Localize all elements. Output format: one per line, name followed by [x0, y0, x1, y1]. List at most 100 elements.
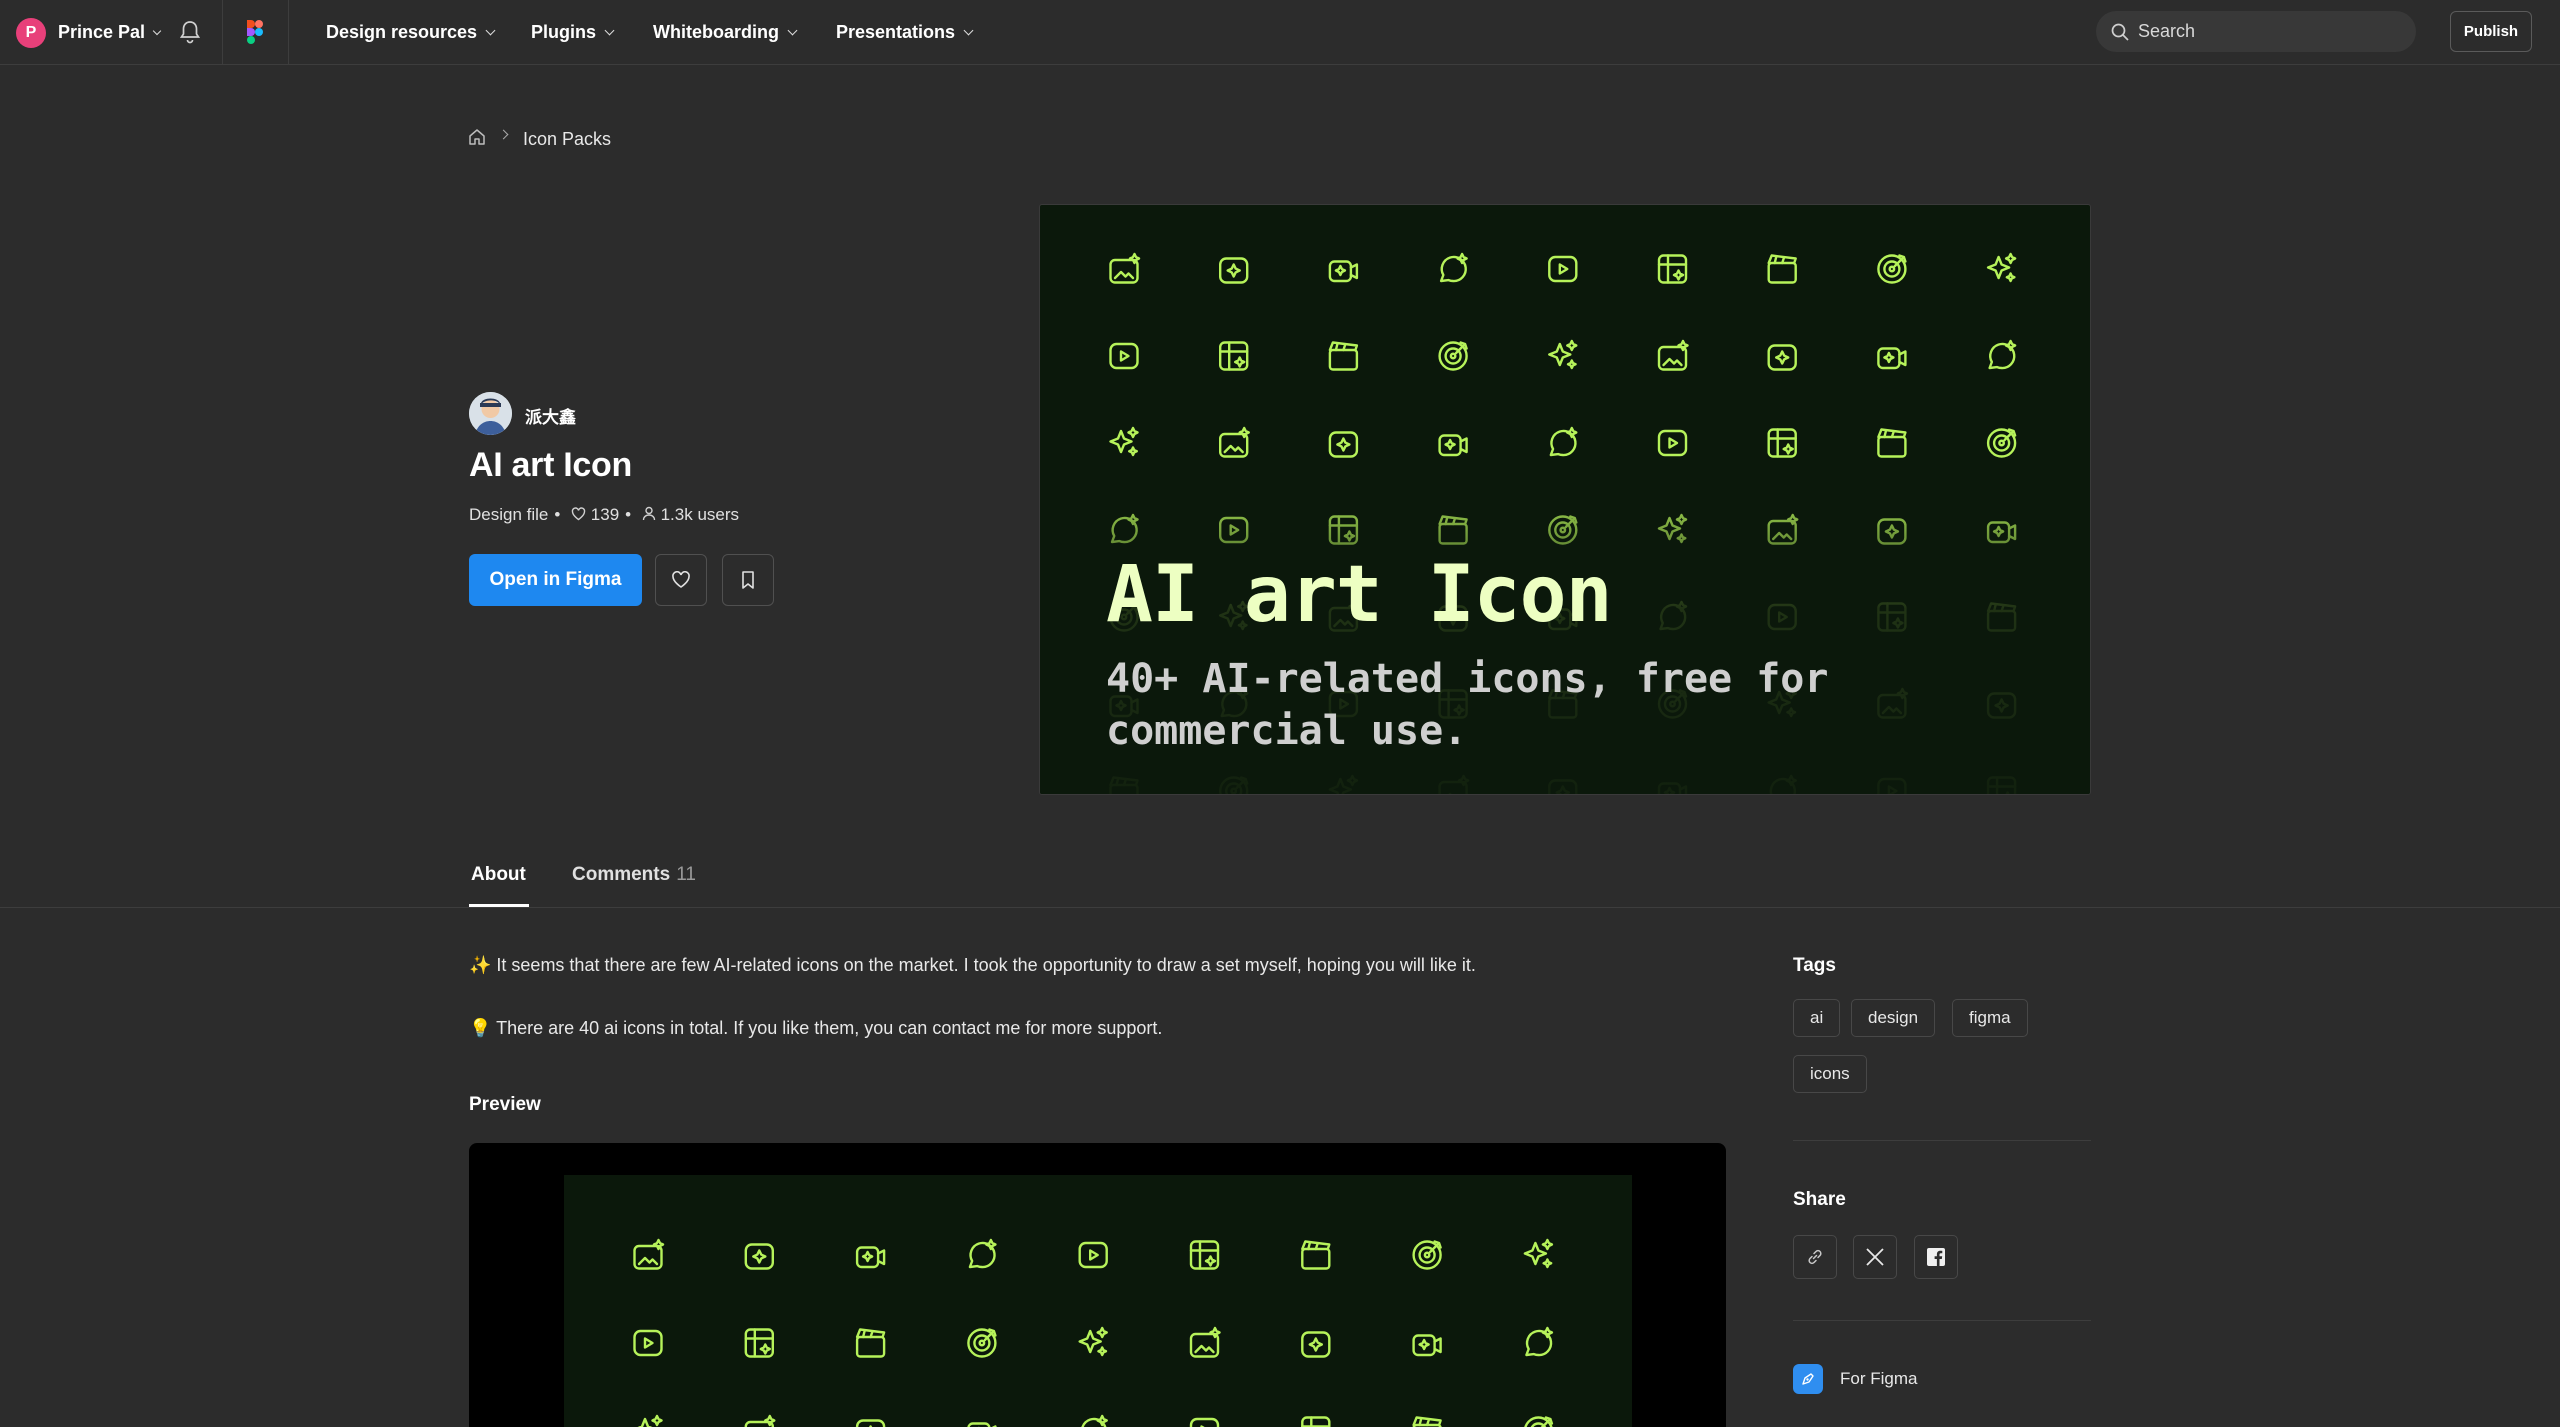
meta-separator: • [554, 505, 561, 524]
tab-comments-label: Comments [572, 864, 671, 885]
link-icon [1808, 1249, 1822, 1265]
preview-canvas [564, 1175, 1632, 1427]
preview-heading: Preview [469, 1094, 541, 1115]
divider [222, 0, 223, 64]
home-icon[interactable] [468, 128, 486, 146]
resource-type: Design file [469, 505, 549, 524]
ai-art-icon [1657, 254, 1688, 284]
hero-subtitle: 40+ AI-related icons, free for commercia… [1106, 656, 1829, 754]
comments-count: 11 [676, 864, 696, 885]
facebook-logo-icon [1927, 1248, 1945, 1266]
heart-icon [672, 571, 690, 588]
tag-ai[interactable]: ai [1793, 999, 1841, 1037]
ai-art-icon [1657, 429, 1688, 457]
ai-art-icon [1523, 1238, 1554, 1269]
ai-art-icon [1328, 260, 1359, 283]
ai-art-icon [1328, 431, 1359, 458]
ai-art-icon [1189, 1417, 1220, 1427]
ai-art-icon [1109, 342, 1139, 370]
publish-button[interactable]: Publish [2450, 11, 2532, 52]
for-figma-label: For Figma [1840, 1369, 1918, 1388]
nav-plugins[interactable]: Plugins [531, 20, 615, 44]
chevron-right-icon [498, 129, 509, 140]
ai-art-icon [1189, 1240, 1220, 1270]
like-count: 139 [590, 505, 620, 524]
copy-link-button[interactable] [1793, 1235, 1837, 1279]
breadcrumb-icon-packs[interactable]: Icon Packs [523, 129, 611, 150]
figma-logo-icon[interactable] [247, 20, 263, 44]
user-count: 1.3k users [660, 505, 740, 524]
ai-art-icon [968, 1238, 997, 1269]
ai-art-icon [633, 1329, 663, 1357]
ai-art-icon [1548, 255, 1578, 283]
tags-heading: Tags [1793, 955, 1836, 976]
preview-image [469, 1143, 1726, 1427]
ai-art-icon [1078, 1326, 1108, 1357]
ai-art-icon [1218, 341, 1249, 371]
chevron-down-icon [787, 25, 798, 36]
divider [288, 0, 289, 64]
author-avatar[interactable] [469, 392, 512, 435]
tab-comments[interactable]: Comments 11 [572, 864, 696, 886]
chevron-down-icon [604, 25, 615, 36]
ai-art-icon [1767, 254, 1797, 284]
ai-art-icon [1109, 252, 1141, 284]
ai-art-icon [855, 1419, 886, 1427]
chevron-down-icon [485, 25, 496, 36]
tag-icons[interactable]: icons [1793, 1055, 1867, 1093]
nav-design-resources[interactable]: Design resources [326, 20, 496, 44]
user-avatar[interactable]: P [16, 18, 46, 48]
resource-title: AI art Icon [469, 446, 632, 484]
pen-icon [1802, 1373, 1814, 1385]
resource-meta: Design file • 139 • 1.3k users [469, 505, 739, 525]
x-logo-icon [1866, 1248, 1884, 1266]
like-button[interactable] [655, 554, 707, 606]
figma-app-icon [1793, 1364, 1823, 1394]
ai-art-icon [1524, 1416, 1554, 1427]
ai-art-icon [1301, 1240, 1331, 1270]
ai-art-icon [1078, 1241, 1108, 1269]
ai-art-icon [744, 1414, 776, 1427]
ai-art-icon [855, 1328, 886, 1358]
nav-whiteboarding[interactable]: Whiteboarding [653, 20, 798, 44]
ai-art-icon [1189, 1326, 1221, 1358]
user-menu[interactable]: Prince Pal [58, 20, 162, 44]
ai-art-icon [744, 1243, 775, 1270]
search-input[interactable]: Search [2096, 11, 2416, 52]
ai-art-icon [967, 1422, 997, 1427]
ai-art-icon [1988, 339, 2017, 370]
ai-art-icon [1525, 1326, 1554, 1357]
open-in-figma-button[interactable]: Open in Figma [469, 554, 642, 606]
nav-presentations[interactable]: Presentations [836, 20, 974, 44]
ai-art-icon [1081, 1414, 1108, 1427]
ai-art-icon [1301, 1416, 1331, 1427]
nav-label: Design resources [326, 22, 478, 42]
tabs-divider [0, 907, 2560, 908]
nav-label: Plugins [531, 22, 597, 42]
ai-art-icon [1328, 341, 1359, 371]
tag-figma[interactable]: figma [1952, 999, 2028, 1037]
ai-art-icon [1548, 339, 1578, 370]
ai-art-icon [1412, 1240, 1442, 1270]
share-heading: Share [1793, 1189, 1846, 1210]
heart-icon [571, 507, 586, 521]
ai-art-icon [1301, 1331, 1331, 1358]
ai-art-icon [1767, 428, 1797, 458]
ai-art-icon [1767, 344, 1797, 371]
share-facebook-button[interactable] [1914, 1235, 1958, 1279]
hero-title: AI art Icon [1106, 550, 1613, 640]
bookmark-button[interactable] [722, 554, 774, 606]
hero-cover-image: AI art Icon 40+ AI-related icons, free f… [1039, 204, 2091, 795]
ai-art-icon [1549, 426, 1578, 457]
description-line-1: ✨ It seems that there are few AI-related… [469, 955, 1476, 975]
ai-art-icon [633, 1238, 665, 1270]
bell-icon[interactable] [179, 20, 201, 44]
tab-about[interactable]: About [471, 864, 526, 886]
share-x-button[interactable] [1853, 1235, 1897, 1279]
tag-design[interactable]: design [1851, 999, 1936, 1037]
ai-art-icon [1877, 428, 1907, 458]
ai-art-icon [1657, 339, 1689, 371]
author-name[interactable]: 派大鑫 [525, 403, 576, 428]
ai-art-icon [1109, 426, 1139, 457]
ai-art-icon [1438, 341, 1468, 371]
